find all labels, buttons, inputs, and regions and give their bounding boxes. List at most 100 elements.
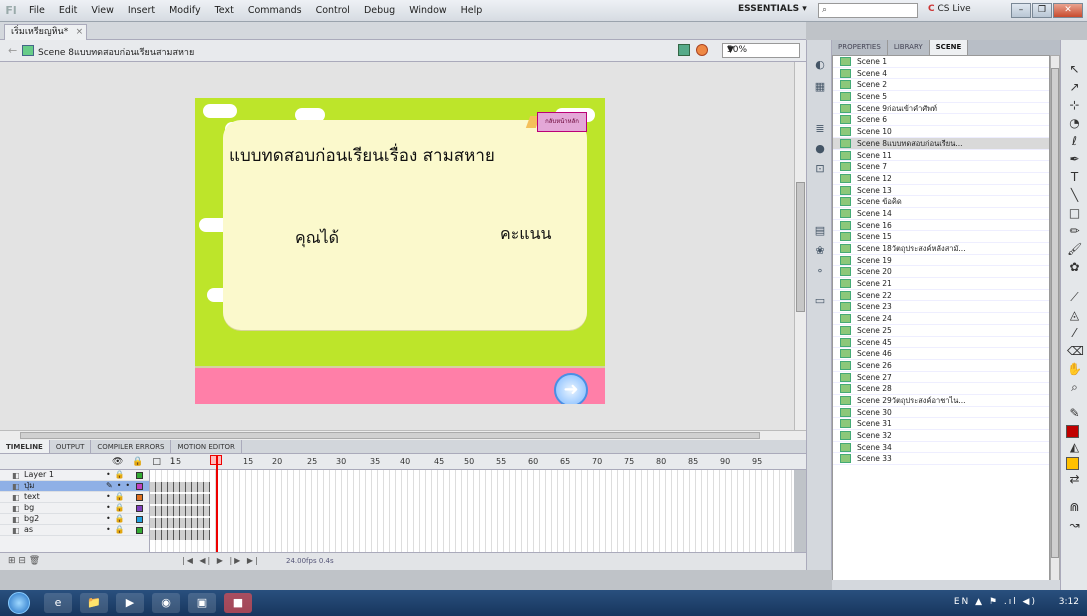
scene-list-item[interactable]: Scene 33 (833, 453, 1049, 466)
media-player-icon[interactable]: ▶ (116, 593, 144, 613)
stroke-color-swatch[interactable] (1066, 425, 1079, 438)
system-tray[interactable]: EN ▲ ⚑ .ıl ◀) (954, 597, 1037, 607)
scene-list-item[interactable]: Scene 11 (833, 150, 1049, 162)
layer-row[interactable]: ◧ ปุ่ม ✎•• (0, 481, 149, 492)
frame-span[interactable] (150, 506, 210, 516)
pencil-tool-icon[interactable]: ✏ (1067, 224, 1082, 239)
text-tool-icon[interactable]: T (1067, 170, 1082, 185)
swatches-icon[interactable]: ▦ (813, 80, 827, 94)
layer-visibility-lock[interactable]: •🔒 (106, 470, 129, 480)
scene-list-item[interactable]: Scene 10 (833, 126, 1049, 138)
scene-list-item[interactable]: Scene 15 (833, 231, 1049, 243)
eraser-tool-icon[interactable]: ⌫ (1067, 344, 1084, 359)
scene-list-item[interactable]: Scene 46 (833, 348, 1049, 360)
stage-vertical-scrollbar[interactable] (794, 62, 806, 430)
tab-compiler-errors[interactable]: COMPILER ERRORS (91, 440, 172, 453)
layer-color-swatch[interactable] (136, 505, 143, 512)
scene-list-item[interactable]: Scene 1 (833, 56, 1049, 68)
chrome-icon[interactable]: ◉ (152, 593, 180, 613)
align-icon[interactable]: ≣ (813, 122, 827, 136)
brush-tool-icon[interactable]: 🖌 (1067, 242, 1082, 257)
scene-list-item[interactable]: Scene 30 (833, 407, 1049, 419)
scene-list-item[interactable]: Scene 31 (833, 418, 1049, 430)
scene-list-item[interactable]: Scene 22 (833, 290, 1049, 302)
edit-scene-icon[interactable] (678, 44, 690, 56)
scene-list-item[interactable]: Scene 27 (833, 372, 1049, 384)
document-tab[interactable]: เริ่มเหรียญหิน* × (4, 24, 88, 40)
scene-list-item[interactable]: Scene ข้อคิด (833, 196, 1049, 208)
layer-visibility-lock[interactable]: ✎•• (106, 481, 134, 491)
scene-list-item[interactable]: Scene 34 (833, 442, 1049, 454)
menu-edit[interactable]: Edit (52, 0, 84, 22)
eyedropper-tool-icon[interactable]: ⁄ (1067, 326, 1082, 341)
scene-list-item[interactable]: Scene 32 (833, 430, 1049, 442)
layer-visibility-lock[interactable]: •🔒 (106, 503, 129, 513)
scene-list-item[interactable]: Scene 6 (833, 114, 1049, 127)
tab-library[interactable]: LIBRARY (888, 40, 930, 55)
scrollbar-thumb[interactable] (20, 432, 760, 439)
project-icon[interactable]: ▭ (813, 294, 827, 308)
app-icon[interactable]: ▣ (188, 593, 216, 613)
menu-debug[interactable]: Debug (357, 0, 402, 22)
layer-color-swatch[interactable] (136, 483, 143, 490)
frame-span[interactable] (150, 494, 210, 504)
restore-button[interactable]: ❐ (1032, 3, 1052, 18)
scene-list-item[interactable]: Scene 5 (833, 91, 1049, 103)
menu-modify[interactable]: Modify (162, 0, 207, 22)
scene-list-item[interactable]: Scene 20 (833, 266, 1049, 279)
scene-list-item[interactable]: Scene 45 (833, 337, 1049, 349)
stage-horizontal-scrollbar[interactable] (0, 430, 806, 440)
zoom-select[interactable]: 50% ▼ (722, 43, 800, 58)
motion-presets-icon[interactable]: ❀ (813, 244, 827, 258)
layer-row[interactable]: ◧ bg •🔒 (0, 503, 149, 514)
tab-output[interactable]: OUTPUT (50, 440, 92, 453)
scene-list-item[interactable]: Scene 26 (833, 360, 1049, 372)
color-icon[interactable]: ◐ (813, 58, 827, 72)
fill-color-icon[interactable]: ◭ (1067, 440, 1082, 455)
bone-tool-icon[interactable]: ⟋ (1067, 290, 1082, 305)
scene-list-item[interactable]: Scene 7 (833, 161, 1049, 173)
scene-list-item[interactable]: Scene 19 (833, 255, 1049, 267)
layer-color-swatch[interactable] (136, 494, 143, 501)
layer-color-swatch[interactable] (136, 527, 143, 534)
3d-rotation-tool-icon[interactable]: ◔ (1067, 116, 1082, 131)
back-arrow-icon[interactable]: ← (8, 44, 17, 57)
workspace-switcher[interactable]: ESSENTIALS ▾ (738, 4, 807, 14)
swap-colors-icon[interactable]: ⇄ (1067, 472, 1082, 487)
cs-live-button[interactable]: C CS Live (928, 4, 971, 14)
start-button[interactable] (8, 592, 30, 614)
menu-text[interactable]: Text (208, 0, 241, 22)
pen-tool-icon[interactable]: ✒ (1067, 152, 1082, 167)
lasso-tool-icon[interactable]: ℓ (1067, 134, 1082, 149)
stage[interactable]: แบบทดสอบก่อนเรียนเรื่อง สามสหาย คุณได้ ค… (195, 98, 605, 404)
scene-list-item[interactable]: Scene 12 (833, 173, 1049, 185)
minimize-button[interactable]: – (1011, 3, 1031, 18)
frame-span[interactable] (150, 530, 210, 540)
smooth-icon[interactable]: ↝ (1067, 518, 1082, 533)
tab-properties[interactable]: PROPERTIES (832, 40, 888, 55)
transform-icon[interactable]: ⊡ (813, 162, 827, 176)
scene-list-item[interactable]: Scene 28 (833, 383, 1049, 395)
frame-span[interactable] (150, 518, 210, 528)
frame-grid[interactable] (150, 470, 794, 552)
scene-list-item[interactable]: Scene 24 (833, 313, 1049, 325)
frame-span[interactable] (150, 482, 210, 492)
tab-timeline[interactable]: TIMELINE (0, 440, 50, 453)
menu-window[interactable]: Window (402, 0, 453, 22)
components-icon[interactable]: ▤ (813, 224, 827, 238)
layer-row[interactable]: ◧ as •🔒 (0, 525, 149, 536)
next-arrow-button[interactable]: ➜ (554, 373, 588, 404)
layer-visibility-lock[interactable]: •🔒 (106, 514, 129, 524)
scrollbar-thumb[interactable] (796, 182, 805, 312)
hand-tool-icon[interactable]: ✋ (1067, 362, 1082, 377)
explorer-icon[interactable]: 📁 (80, 593, 108, 613)
selection-tool-icon[interactable]: ↖ (1067, 62, 1082, 77)
scene-list-scrollbar[interactable] (1050, 55, 1060, 585)
scene-list-item[interactable]: Scene 21 (833, 278, 1049, 290)
playhead[interactable] (216, 456, 218, 556)
ie-icon[interactable]: e (44, 593, 72, 613)
layer-visibility-lock[interactable]: •🔒 (106, 492, 129, 502)
flash-app-icon[interactable]: ■ (224, 593, 252, 613)
layer-color-swatch[interactable] (136, 472, 143, 479)
close-tab-icon[interactable]: × (76, 25, 84, 39)
